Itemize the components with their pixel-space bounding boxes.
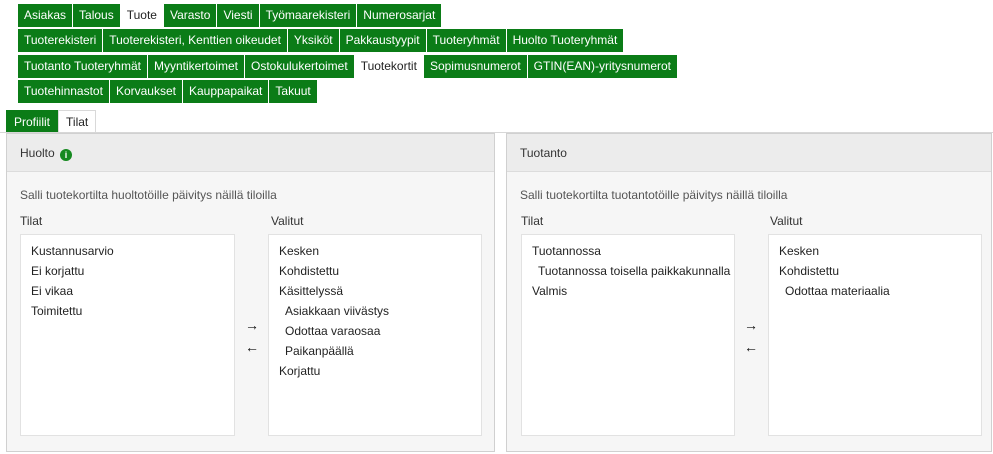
tuotanto-panel-header: Tuotanto — [507, 134, 991, 172]
nav-row-4: Tuotehinnastot Korvaukset Kauppapaikat Taku… — [18, 80, 317, 103]
info-icon[interactable]: i — [60, 149, 73, 161]
nav-tab-tuote[interactable]: Tuote — [120, 4, 163, 27]
nav-tab-tuotehinnastot[interactable]: Tuotehinnastot — [18, 80, 109, 103]
huolto-selected-label: Valitut — [271, 214, 304, 228]
nav-row-1: Asiakas Talous Tuote Varasto Viesti Työmaarek… — [18, 4, 442, 27]
list-item[interactable]: Kesken — [769, 241, 981, 261]
list-item[interactable]: Kustannusarvio — [21, 241, 234, 261]
list-item[interactable]: Valmis — [522, 281, 734, 301]
huolto-panel: Huolto i Salli tuotekortilta huoltotöill… — [6, 133, 495, 452]
nav-tab-yksiköt[interactable]: Yksiköt — [287, 29, 339, 52]
move-right-arrow-icon[interactable]: → — [742, 316, 760, 334]
huolto-title: Huolto — [20, 146, 55, 160]
list-item[interactable]: Korjattu — [269, 361, 481, 381]
nav-tab-asiakas[interactable]: Asiakas — [18, 4, 73, 27]
tuotanto-selected-label: Valitut — [770, 214, 803, 228]
nav-tab-gtin-ean-yritysnumerot[interactable]: GTIN(EAN)-yritysnumerot — [527, 55, 677, 78]
sub-tabs: Profiilit Tilat — [6, 110, 97, 133]
tuotanto-description: Salli tuotekortilta tuotantotöille päivi… — [520, 188, 788, 202]
nav-tab-pakkaustyypit[interactable]: Pakkaustyypit — [339, 29, 426, 52]
list-item[interactable]: Odottaa materiaalia — [769, 281, 981, 301]
list-item[interactable]: Odottaa varaosaa — [269, 321, 481, 341]
nav-tab-tuotekortit[interactable]: Tuotekortit — [354, 55, 423, 78]
nav-tab-tuotanto-tuoteryhmät[interactable]: Tuotanto Tuoteryhmät — [18, 55, 147, 78]
list-item[interactable]: Tuotannossa toisella paikkakunnalla — [522, 261, 734, 281]
list-item[interactable]: Ei korjattu — [21, 261, 234, 281]
nav-tab-numerosarjat[interactable]: Numerosarjat — [357, 4, 442, 27]
nav-tab-korvaukset[interactable]: Korvaukset — [109, 80, 182, 103]
huolto-available-label: Tilat — [20, 214, 43, 228]
nav-tab-huolto-tuoteryhmät[interactable]: Huolto Tuoteryhmät — [506, 29, 624, 52]
list-item[interactable]: Kesken — [269, 241, 481, 261]
tab-profiilit[interactable]: Profiilit — [6, 110, 59, 133]
nav-tab-tuoteryhmät[interactable]: Tuoteryhmät — [426, 29, 506, 52]
tuotanto-available-label: Tilat — [521, 214, 544, 228]
nav-tab-kauppapaikat[interactable]: Kauppapaikat — [182, 80, 269, 103]
move-right-arrow-icon[interactable]: → — [243, 316, 261, 334]
list-item[interactable]: Kohdistettu — [769, 261, 981, 281]
list-item[interactable]: Käsittelyssä — [269, 281, 481, 301]
huolto-available-list[interactable]: Kustannusarvio Ei korjattu Ei vikaa Toimite… — [20, 234, 235, 436]
list-item[interactable]: Ei vikaa — [21, 281, 234, 301]
tab-tilat[interactable]: Tilat — [58, 110, 97, 133]
nav-tab-varasto[interactable]: Varasto — [163, 4, 217, 27]
tuotanto-panel: Tuotanto Salli tuotekortilta tuotantotöi… — [506, 133, 992, 452]
list-item[interactable]: Kohdistettu — [269, 261, 481, 281]
huolto-description: Salli tuotekortilta huoltotöille päivity… — [20, 188, 277, 202]
nav-row-3: Tuotanto Tuoteryhmät Myyntikertoimet Ostok… — [18, 55, 677, 78]
tuotanto-selected-list[interactable]: Kesken Kohdistettu Odottaa materiaalia — [768, 234, 982, 436]
list-item[interactable]: Tuotannossa — [522, 241, 734, 261]
nav-tab-myyntikertoimet[interactable]: Myyntikertoimet — [147, 55, 244, 78]
nav-row-2: Tuoterekisteri Tuoterekisteri, Kenttien o… — [18, 29, 624, 52]
tuotanto-title: Tuotanto — [520, 146, 567, 160]
tuotanto-transfer-buttons: → ← — [742, 316, 760, 356]
huolto-transfer-buttons: → ← — [243, 316, 261, 356]
nav-tab-ostokulukertoimet[interactable]: Ostokulukertoimet — [244, 55, 354, 78]
nav-tab-työmaarekisteri[interactable]: Työmaarekisteri — [259, 4, 357, 27]
nav-tab-viesti[interactable]: Viesti — [217, 4, 259, 27]
list-item[interactable]: Toimitettu — [21, 301, 234, 321]
nav-tab-talous[interactable]: Talous — [73, 4, 120, 27]
huolto-panel-header: Huolto i — [7, 134, 494, 172]
nav-tab-tuoterekisteri-kenttien-oikeudet[interactable]: Tuoterekisteri, Kenttien oikeudet — [103, 29, 287, 52]
move-left-arrow-icon[interactable]: ← — [243, 338, 261, 356]
nav-tab-sopimusnumerot[interactable]: Sopimusnumerot — [423, 55, 527, 78]
tuotanto-available-list[interactable]: Tuotannossa Tuotannossa toisella paikkaku… — [521, 234, 735, 436]
move-left-arrow-icon[interactable]: ← — [742, 338, 760, 356]
nav-tab-tuoterekisteri[interactable]: Tuoterekisteri — [18, 29, 103, 52]
list-item[interactable]: Asiakkaan viivästys — [269, 301, 481, 321]
huolto-selected-list[interactable]: Kesken Kohdistettu Käsittelyssä Asiakkaan v… — [268, 234, 482, 436]
list-item[interactable]: Paikanpäällä — [269, 341, 481, 361]
nav-tab-takuut[interactable]: Takuut — [269, 80, 317, 103]
